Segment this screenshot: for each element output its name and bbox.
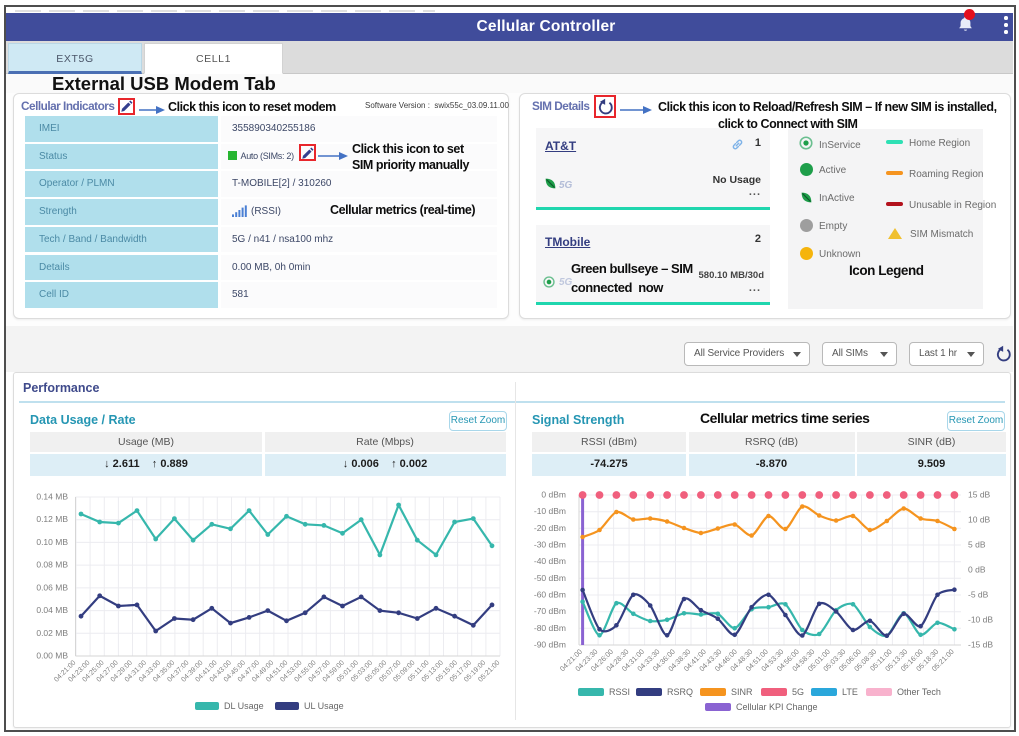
- svg-text:-20 dBm: -20 dBm: [534, 523, 566, 533]
- svg-text:0.06 MB: 0.06 MB: [36, 582, 68, 592]
- svg-text:10 dB: 10 dB: [968, 515, 991, 525]
- svg-text:0.02 MB: 0.02 MB: [36, 628, 68, 638]
- svg-text:0.14 MB: 0.14 MB: [36, 492, 68, 502]
- svg-text:0.00 MB: 0.00 MB: [36, 651, 68, 661]
- svg-text:-60 dBm: -60 dBm: [534, 590, 566, 600]
- svg-text:-30 dBm: -30 dBm: [534, 540, 566, 550]
- svg-text:-50 dBm: -50 dBm: [534, 573, 566, 583]
- svg-text:0 dB: 0 dB: [968, 565, 986, 575]
- svg-text:-70 dBm: -70 dBm: [534, 606, 566, 616]
- svg-text:0.04 MB: 0.04 MB: [36, 605, 68, 615]
- svg-text:0.08 MB: 0.08 MB: [36, 560, 68, 570]
- svg-text:-40 dBm: -40 dBm: [534, 556, 566, 566]
- svg-text:0 dBm: 0 dBm: [541, 490, 566, 500]
- svg-text:0.12 MB: 0.12 MB: [36, 514, 68, 524]
- svg-text:5 dB: 5 dB: [968, 540, 986, 550]
- svg-text:-90 dBm: -90 dBm: [534, 640, 566, 650]
- svg-text:-5 dB: -5 dB: [968, 590, 989, 600]
- svg-text:-15 dB: -15 dB: [968, 640, 993, 650]
- svg-text:-10 dB: -10 dB: [968, 615, 993, 625]
- svg-text:-80 dBm: -80 dBm: [534, 623, 566, 633]
- svg-text:-10 dBm: -10 dBm: [534, 506, 566, 516]
- svg-text:15 dB: 15 dB: [968, 490, 991, 500]
- svg-text:0.10 MB: 0.10 MB: [36, 537, 68, 547]
